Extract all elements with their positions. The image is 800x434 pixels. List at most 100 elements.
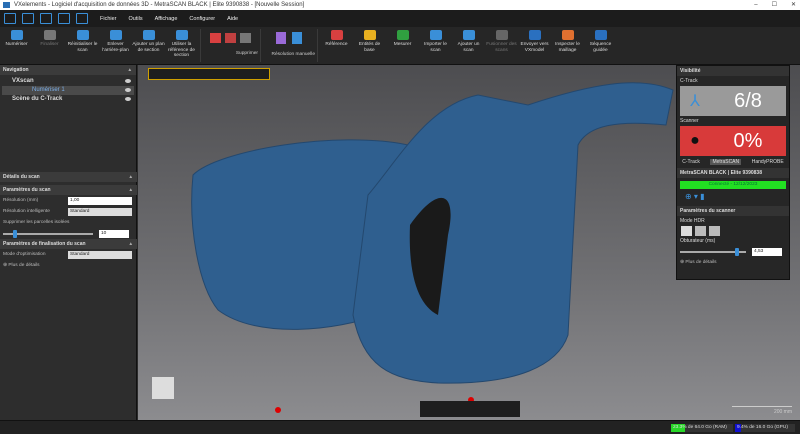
smart-resolution-select[interactable]: Standard (68, 207, 132, 216)
ribbon-button-3[interactable]: Enlever l'arrière-plan (99, 27, 132, 64)
scanner-value: 0% (733, 129, 763, 152)
navigation-header[interactable]: Navigation (0, 65, 136, 75)
view-mode-toolbar[interactable] (420, 401, 520, 417)
view-cube[interactable] (152, 377, 174, 399)
new-file-icon[interactable] (22, 13, 34, 24)
left-panel: Navigation VXscan Numériser 1 Scène du C… (0, 65, 137, 420)
tree-item-vxscan[interactable]: VXscan (2, 77, 134, 86)
more-details-link[interactable]: ⊕ Plus de détails (0, 260, 137, 271)
final-params-header[interactable]: Paramètres de finalisation du scan (0, 239, 137, 249)
ribbon-button-5[interactable]: Utiliser la référence de section (165, 27, 198, 64)
ribbon2-button-0[interactable]: Référence (320, 27, 353, 64)
ribbon-button-0[interactable]: Numériser (0, 27, 33, 64)
hdr-mode-1-button[interactable] (681, 226, 692, 236)
home-icon[interactable] (4, 13, 16, 24)
resolution-low-icon[interactable] (292, 32, 302, 44)
isolated-slider[interactable] (3, 229, 93, 238)
ribbon-button-2[interactable]: Réinitialiser le scan (66, 27, 99, 64)
tool-icon (363, 30, 376, 40)
menu-bar: Fichier Outils Affichage Configurer Aide (0, 10, 800, 27)
scanner-more-details-link[interactable]: ⊕ Plus de détails (677, 257, 789, 268)
redo-icon[interactable] (76, 13, 88, 24)
resolution-group-label: Résolution manuelle (271, 52, 315, 57)
eye-icon[interactable] (125, 88, 131, 92)
save-icon[interactable] (40, 13, 52, 24)
menu-outils[interactable]: Outils (129, 16, 143, 22)
eye-icon[interactable] (125, 97, 131, 101)
delete-selection-icon[interactable] (225, 33, 236, 43)
tool-icon (528, 30, 541, 40)
scale-bar: 200 mm (732, 406, 792, 415)
ram-usage: 23.3% de 64.0 Go (RAM) (671, 424, 733, 432)
ribbon2-button-2[interactable]: Mesurer (386, 27, 419, 64)
button-label: Mesurer (393, 42, 412, 47)
menu-affichage[interactable]: Affichage (155, 16, 178, 22)
tree-item-numeriser[interactable]: Numériser 1 (2, 86, 134, 95)
hdr-label: Mode HDR (680, 218, 705, 224)
target-icon[interactable]: ⊕ ▾ ▮ (677, 192, 789, 206)
visibility-panel: Visibilité C-Track ⅄ 6/8 Scanner ● 0% C-Tr… (676, 65, 790, 280)
tree-item-ctrack[interactable]: Scène du C-Track (2, 95, 134, 104)
ribbon2-button-7[interactable]: Inspecter le maillage (551, 27, 584, 64)
shutter-input[interactable]: 4,53 (752, 247, 782, 256)
scanner-params-header[interactable]: Paramètres du scanner (677, 206, 789, 216)
menu-configurer[interactable]: Configurer (189, 16, 215, 22)
tree-label: Scène du C-Track (12, 96, 63, 102)
tool-icon (330, 30, 343, 40)
ctrack-label: C-Track (680, 78, 698, 84)
scan-params-header[interactable]: Paramètres du scan (0, 185, 137, 195)
undo-icon[interactable] (58, 13, 70, 24)
connection-status: Connecté - 12/12/2023 (680, 181, 786, 189)
menu-aide[interactable]: Aide (227, 16, 238, 22)
shutter-label: Obturateur (ms) (680, 238, 716, 244)
hdr-mode-3-button[interactable] (709, 226, 720, 236)
ram-label: 23.3% de 64.0 Go (RAM) (673, 425, 727, 430)
button-label: Ajouter un scan (457, 42, 480, 53)
hdr-mode-2-button[interactable] (695, 226, 706, 236)
resolution-input[interactable]: 1,00 (68, 196, 132, 205)
ribbon2-button-4[interactable]: Ajouter un scan (452, 27, 485, 64)
resolution-high-icon[interactable] (276, 32, 286, 44)
ribbon2-button-5[interactable]: Fusionner des scans (485, 27, 518, 64)
resolution-label: Résolution (mm) (3, 198, 39, 203)
button-label: Numériser (5, 42, 28, 47)
scan-details-header[interactable]: Détails du scan (0, 172, 137, 182)
shutter-slider[interactable] (680, 247, 746, 256)
button-label: Réinitialiser le scan (67, 42, 98, 53)
tool-icon (175, 30, 188, 40)
ribbon2-button-1[interactable]: Entités de base (353, 27, 386, 64)
tab-handyprobe[interactable]: HandyPROBE (752, 159, 784, 165)
isolated-input[interactable]: 10 (99, 229, 129, 238)
ribbon2-button-6[interactable]: Envoyer vers VXmodel (518, 27, 551, 64)
tab-ctrack[interactable]: C-Track (682, 159, 700, 165)
button-label: Envoyer vers VXmodel (520, 42, 549, 53)
tool-icon (594, 30, 607, 40)
minimize-button[interactable]: – (754, 0, 757, 10)
ribbon-button-4[interactable]: Ajouter un plan de section (132, 27, 165, 64)
close-button[interactable]: ✕ (791, 0, 796, 10)
scanner-label: Scanner (680, 118, 699, 124)
tool-icon (561, 30, 574, 40)
optimization-select[interactable]: Standard (68, 250, 132, 259)
ribbon-button-1[interactable]: Finaliser (33, 27, 66, 64)
tree-label: Numériser 1 (32, 87, 65, 93)
menu-fichier[interactable]: Fichier (100, 16, 117, 22)
window-title: VXelements - Logiciel d'acquisition de d… (14, 2, 305, 8)
button-label: Séquence guidée (589, 42, 612, 53)
tool-icon (142, 30, 155, 40)
tool-icon (109, 30, 122, 40)
delete-icon[interactable] (210, 33, 221, 43)
button-label: Enlever l'arrière-plan (102, 42, 129, 53)
ribbon2-button-3[interactable]: Importer le scan (419, 27, 452, 64)
maximize-button[interactable]: ☐ (772, 0, 777, 10)
gpu-label: 9.4% de 16.0 Go (GPU) (737, 425, 788, 430)
delete-all-icon[interactable] (240, 33, 251, 43)
delete-group-label: Supprimer (235, 51, 258, 56)
scanner-status: ● 0% (680, 126, 786, 156)
resolution-group: Résolution manuelle (263, 27, 315, 64)
tab-metrascan[interactable]: MetraSCAN (710, 159, 742, 165)
eye-icon[interactable] (125, 79, 131, 83)
ribbon2-button-8[interactable]: Séquence guidée (584, 27, 617, 64)
scanner-icon: ● (690, 132, 700, 149)
tool-icon (396, 30, 409, 40)
